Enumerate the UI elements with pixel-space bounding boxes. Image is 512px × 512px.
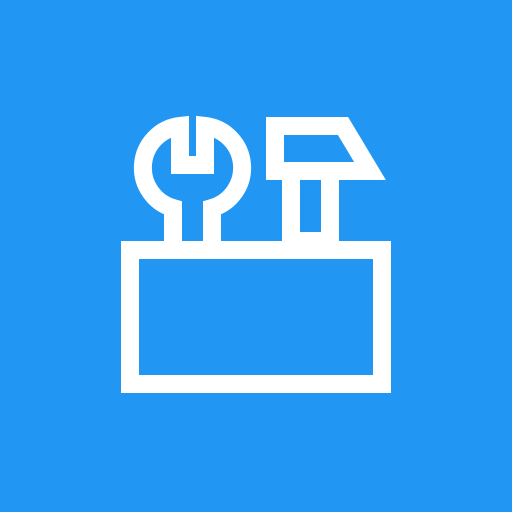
box-icon <box>121 241 391 393</box>
app-icon-tile <box>0 0 512 512</box>
wrench-icon <box>133 115 252 241</box>
toolbox-icon <box>121 115 391 393</box>
hammer-icon <box>266 117 386 250</box>
